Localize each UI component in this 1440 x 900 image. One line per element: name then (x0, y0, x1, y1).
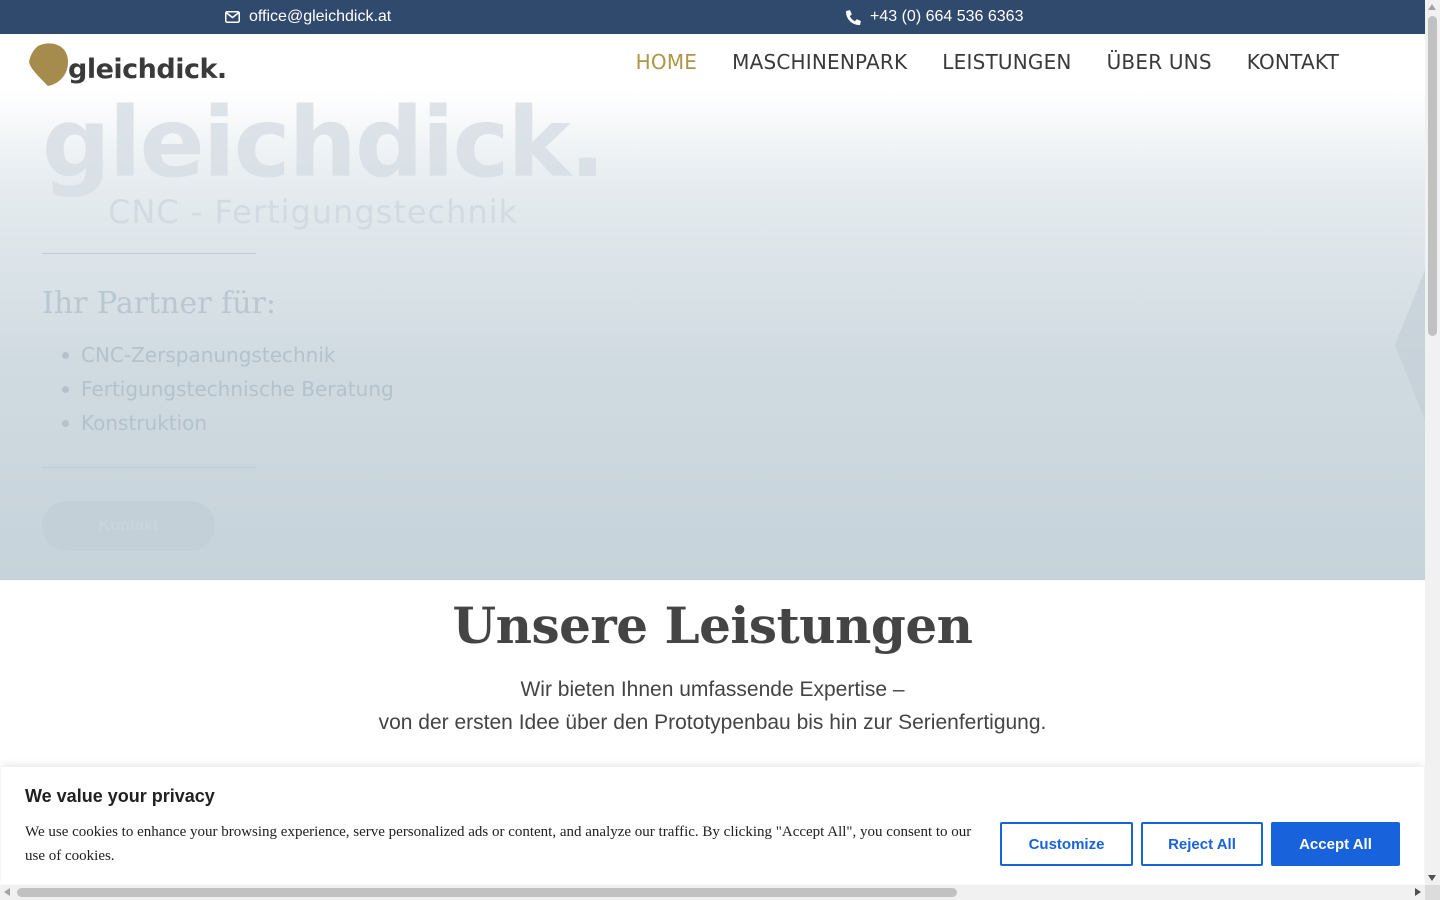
hero-subtitle: CNC - Fertigungstechnik (108, 193, 519, 231)
top-info-bar: office@gleichdick.at +43 (0) 664 536 636… (0, 0, 1425, 34)
section-title: Unsere Leistungen (452, 596, 973, 655)
list-item: CNC-Zerspanungstechnik (62, 338, 394, 372)
hero-divider (42, 253, 256, 254)
scroll-left-icon[interactable] (4, 888, 10, 896)
hero-list: CNC-Zerspanungstechnik Fertigungstechnis… (62, 338, 394, 440)
reject-all-button[interactable]: Reject All (1141, 822, 1263, 866)
nav-item-home[interactable]: HOME (636, 50, 697, 74)
horizontal-scroll-thumb[interactable] (17, 888, 957, 897)
nav-item-maschinenpark[interactable]: MASCHINENPARK (732, 50, 907, 74)
hero-divider (42, 467, 256, 468)
envelope-icon (225, 11, 240, 23)
site-header: gleichdick. HOME MASCHINENPARK LEISTUNGE… (0, 34, 1425, 90)
hero-title: gleichdick. (42, 90, 606, 199)
cookie-banner: We value your privacy We use cookies to … (1, 767, 1424, 884)
section-description: Wir bieten Ihnen umfassende Expertise – … (0, 673, 1425, 739)
cookie-text: We use cookies to enhance your browsing … (25, 824, 972, 864)
hero-partner-heading: Ihr Partner für: (42, 286, 276, 321)
list-item: Konstruktion (62, 406, 394, 440)
hero-banner: gleichdick. CNC - Fertigungstechnik Ihr … (0, 90, 1425, 580)
logo-text: gleichdick. (68, 54, 227, 85)
scroll-right-icon[interactable] (1415, 888, 1421, 896)
scrollbar-corner (1425, 885, 1440, 900)
horizontal-scrollbar[interactable] (0, 885, 1425, 900)
nav-item-ueber-uns[interactable]: ÜBER UNS (1107, 50, 1212, 74)
main-nav: HOME MASCHINENPARK LEISTUNGEN ÜBER UNS K… (601, 34, 1339, 90)
hero-contact-button[interactable]: Kontakt (42, 501, 215, 551)
phone-icon (846, 9, 861, 25)
customize-button[interactable]: Customize (1000, 822, 1133, 866)
vertical-scroll-thumb[interactable] (1428, 16, 1437, 336)
vertical-scrollbar[interactable] (1425, 0, 1440, 885)
logo[interactable]: gleichdick. (28, 38, 227, 86)
nav-item-kontakt[interactable]: KONTAKT (1247, 50, 1339, 74)
nav-item-leistungen[interactable]: LEISTUNGEN (942, 50, 1071, 74)
section-line-1: Wir bieten Ihnen umfassende Expertise – (520, 678, 905, 701)
accept-all-button[interactable]: Accept All (1271, 822, 1400, 866)
logo-shape-icon (28, 42, 72, 86)
scroll-up-icon[interactable] (1428, 4, 1436, 10)
slider-next-arrow-icon[interactable] (1385, 270, 1425, 420)
phone-text: +43 (0) 664 536 6363 (870, 8, 1024, 25)
email-text: office@gleichdick.at (249, 8, 392, 25)
email-link[interactable]: office@gleichdick.at (225, 0, 391, 34)
section-line-2: von der ersten Idee über den Prototypenb… (378, 711, 1047, 734)
list-item: Fertigungstechnische Beratung (62, 372, 394, 406)
phone-link[interactable]: +43 (0) 664 536 6363 (846, 0, 1023, 34)
scroll-down-icon[interactable] (1428, 875, 1436, 881)
cookie-title: We value your privacy (25, 786, 215, 806)
